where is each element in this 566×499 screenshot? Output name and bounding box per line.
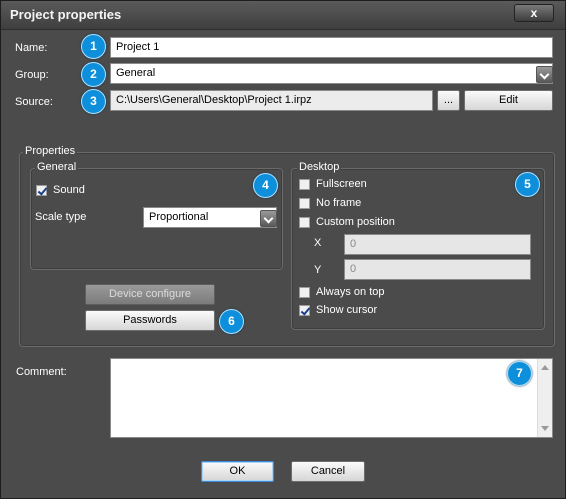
general-group-title: General	[35, 161, 79, 173]
no-frame-checkbox[interactable]	[299, 198, 310, 209]
no-frame-label: No frame	[316, 197, 362, 209]
y-label: Y	[314, 264, 322, 276]
scale-type-value: Proportional	[149, 211, 209, 223]
scale-type-select[interactable]: Proportional	[143, 207, 277, 228]
properties-group-title: Properties	[23, 145, 78, 157]
sound-label: Sound	[53, 184, 85, 196]
callout-badge-1: 1	[81, 34, 106, 59]
close-icon: x	[530, 6, 538, 20]
source-label: Source:	[15, 96, 53, 108]
fullscreen-label: Fullscreen	[316, 178, 367, 190]
close-button[interactable]: x	[514, 4, 554, 22]
browse-button[interactable]: ...	[437, 90, 460, 111]
custom-position-checkbox[interactable]	[299, 217, 310, 228]
group-label: Group:	[15, 69, 49, 81]
custom-position-label: Custom position	[316, 216, 395, 228]
y-input[interactable]: 0	[344, 259, 531, 280]
always-on-top-checkbox[interactable]	[299, 287, 310, 298]
x-label: X	[314, 237, 322, 249]
callout-badge-2: 2	[81, 62, 106, 87]
name-input[interactable]: Project 1	[110, 37, 553, 58]
cancel-button[interactable]: Cancel	[291, 461, 365, 482]
scroll-down-arrow-icon[interactable]	[541, 426, 549, 431]
group-chevron-down-icon[interactable]	[536, 66, 553, 83]
scroll-up-arrow-icon[interactable]	[541, 365, 549, 370]
comment-scrollbar[interactable]	[537, 359, 552, 437]
passwords-button[interactable]: Passwords	[85, 310, 215, 331]
group-select[interactable]: General	[110, 63, 553, 84]
sound-checkbox[interactable]	[36, 185, 47, 196]
scale-type-label: Scale type	[35, 211, 87, 223]
callout-badge-4: 4	[253, 173, 278, 198]
name-label: Name:	[15, 42, 48, 54]
scale-type-chevron-down-icon[interactable]	[260, 210, 277, 227]
callout-badge-6: 6	[219, 309, 244, 334]
x-input[interactable]: 0	[344, 234, 531, 255]
comment-label: Comment:	[16, 366, 67, 378]
comment-textarea[interactable]	[110, 358, 553, 438]
show-cursor-label: Show cursor	[316, 304, 378, 316]
desktop-group-title: Desktop	[297, 161, 342, 173]
edit-button[interactable]: Edit	[464, 90, 553, 111]
group-select-value: General	[116, 67, 156, 79]
show-cursor-checkbox[interactable]	[299, 305, 310, 316]
project-properties-dialog: Project properties x Name: 1 Project 1 G…	[0, 0, 566, 499]
ok-button[interactable]: OK	[201, 461, 274, 482]
callout-badge-7: 7	[507, 361, 532, 386]
dialog-title: Project properties	[10, 7, 122, 22]
source-input[interactable]: C:\Users\General\Desktop\Project 1.irpz	[110, 90, 433, 111]
callout-badge-5: 5	[515, 172, 540, 197]
fullscreen-checkbox[interactable]	[299, 179, 310, 190]
callout-badge-3: 3	[81, 89, 106, 114]
device-configure-button[interactable]: Device configure	[85, 284, 215, 305]
always-on-top-label: Always on top	[316, 286, 385, 298]
title-bar: Project properties x	[1, 1, 565, 30]
